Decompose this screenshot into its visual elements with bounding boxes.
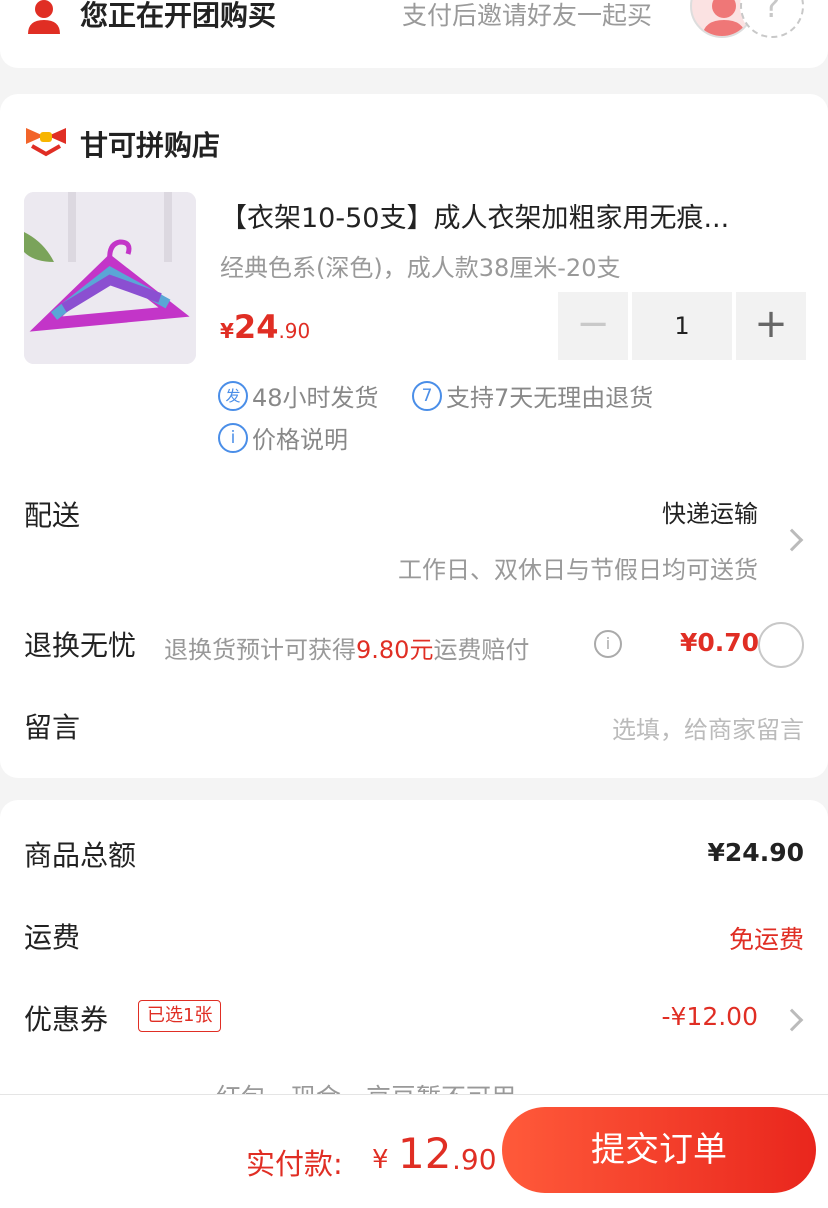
product-price: ¥24.90: [220, 308, 310, 346]
quantity-stepper: − 1 +: [558, 292, 806, 360]
checkout-bar: 实付款: ¥ 12 .90 提交订单: [0, 1094, 828, 1208]
order-card: 甘可拼购店 【衣架10-50支】成人衣架加粗家用无痕... 经典色系(深色)，成…: [0, 94, 828, 778]
price-integer: 24: [233, 308, 279, 346]
goods-total-value: ¥24.90: [707, 838, 804, 867]
coupon-label: 优惠券: [24, 1003, 109, 1036]
delivery-method[interactable]: 快递运输: [662, 494, 758, 529]
increase-button[interactable]: +: [736, 292, 806, 360]
return-insurance-desc: 退换货预计可获得9.80元运费赔付: [164, 630, 529, 665]
return-insurance-fee: ¥0.70: [680, 628, 760, 657]
group-buy-hint: 支付后邀请好友一起买: [402, 1, 653, 30]
shop-name[interactable]: 甘可拼购店: [80, 124, 220, 164]
ship-icon: 发: [218, 380, 248, 411]
return-insurance-radio[interactable]: [758, 622, 804, 668]
shop-logo-icon: [26, 128, 66, 157]
product-title[interactable]: 【衣架10-50支】成人衣架加粗家用无痕...: [220, 196, 810, 235]
group-buy-title: 您正在开团购买: [80, 0, 277, 32]
pay-decimal: .90: [452, 1143, 497, 1176]
delivery-label: 配送: [24, 499, 81, 532]
product-image[interactable]: [24, 192, 196, 364]
pay-label: 实付款:: [246, 1147, 343, 1181]
shipping-value: 免运费: [728, 925, 804, 954]
price-decimal: .90: [278, 319, 311, 343]
service-return: 7 支持7天无理由退货: [412, 378, 653, 413]
coupon-value[interactable]: -¥12.00: [662, 1002, 759, 1031]
ship-text: 48小时发货: [252, 384, 379, 412]
return-desc-suffix: 运费赔付: [433, 636, 530, 664]
delivery-note[interactable]: 工作日、双休日与节假日均可送货: [398, 550, 758, 585]
submit-order-button[interactable]: 提交订单: [502, 1107, 816, 1193]
chevron-right-icon[interactable]: [780, 1008, 804, 1032]
hanger-image: [24, 192, 196, 364]
group-buy-banner: 您正在开团购买 支付后邀请好友一起买 ?: [0, 0, 828, 68]
goods-total-label: 商品总额: [24, 839, 137, 872]
price-summary-card: 商品总额 ¥24.90 运费 免运费 优惠券 已选1张 -¥12.00 红包、现…: [0, 800, 828, 1112]
pay-integer: 12: [398, 1129, 452, 1178]
service-shipping: 发 48小时发货: [218, 378, 379, 413]
decrease-button[interactable]: −: [558, 292, 628, 360]
return-insurance-label: 退换无忧: [24, 629, 137, 662]
user-icon: [28, 0, 60, 34]
message-input[interactable]: 选填，给商家留言: [612, 710, 804, 745]
message-label: 留言: [24, 711, 81, 744]
coupon-badge[interactable]: 已选1张: [138, 1000, 222, 1032]
product-sku[interactable]: 经典色系(深色)，成人款38厘米-20支: [220, 248, 620, 283]
chevron-right-icon[interactable]: [780, 528, 804, 552]
return-text: 支持7天无理由退货: [446, 384, 654, 412]
return-desc-amount: 9.80元: [356, 636, 434, 664]
info-icon: i: [218, 422, 248, 453]
invite-slot[interactable]: ?: [740, 0, 804, 38]
seven-day-icon: 7: [412, 380, 442, 411]
price-note-text: 价格说明: [252, 426, 348, 454]
return-desc-prefix: 退换货预计可获得: [164, 636, 356, 664]
price-currency: ¥: [220, 319, 234, 343]
shipping-label: 运费: [24, 921, 81, 954]
quantity-value[interactable]: 1: [632, 292, 732, 360]
price-note-link[interactable]: i 价格说明: [218, 420, 348, 455]
info-icon[interactable]: i: [594, 630, 622, 658]
pay-currency: ¥: [372, 1145, 389, 1175]
